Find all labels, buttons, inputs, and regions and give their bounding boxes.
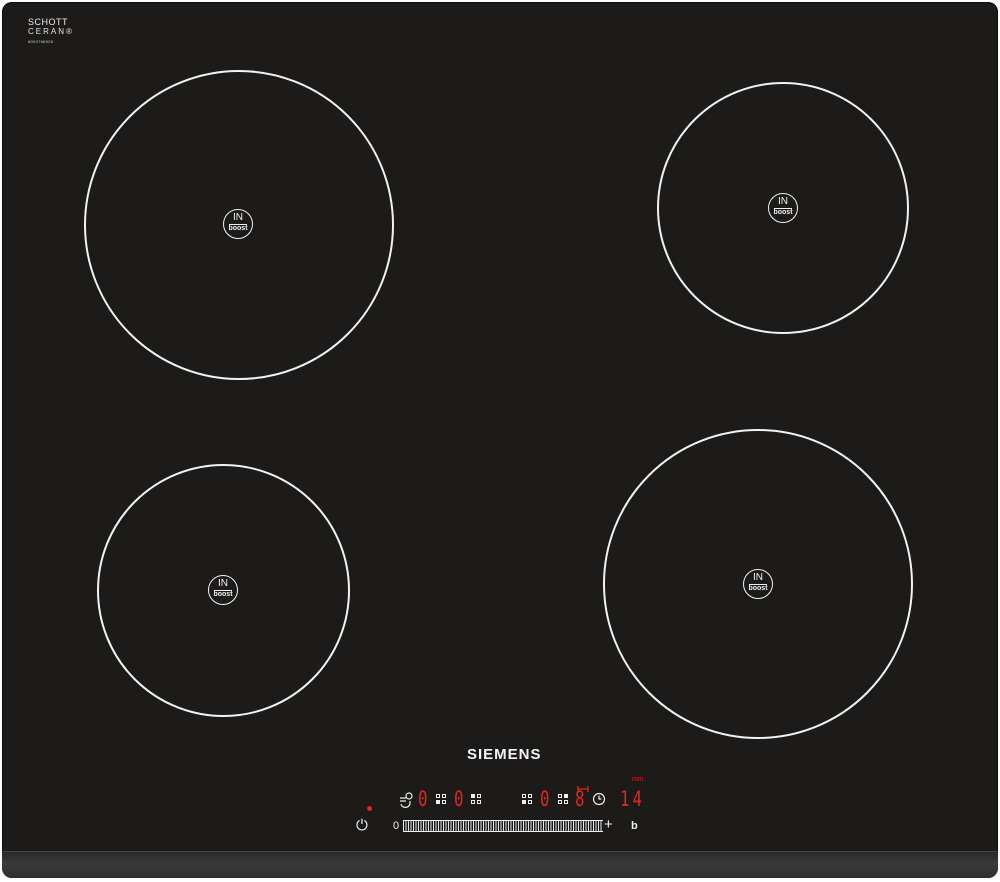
- badge-boost-text: boost: [773, 209, 793, 216]
- zone-select-icon[interactable]: [558, 794, 568, 804]
- badge-in-text: IN: [753, 572, 763, 583]
- badge-boost-text: boost: [228, 225, 248, 232]
- power-indicator-led: [367, 806, 372, 811]
- badge-in-text: IN: [233, 212, 243, 223]
- badge-rear-left: IN boost: [223, 209, 253, 239]
- logo-line2: CERAN®: [28, 27, 74, 36]
- slider-zero-label[interactable]: 0: [393, 820, 399, 832]
- cooktop-surface: SCHOTT CERAN® 8000786926 IN boost IN boo…: [2, 2, 998, 878]
- timer-clock-icon[interactable]: [592, 792, 606, 811]
- zone-4-level-display: 8: [575, 787, 585, 811]
- power-level-slider[interactable]: [403, 820, 603, 832]
- badge-front-left: IN boost: [208, 575, 238, 605]
- badge-boost-text: boost: [748, 585, 768, 592]
- zone-1-level-display: 0: [418, 787, 428, 811]
- cooktop-photo: SCHOTT CERAN® 8000786926 IN boost IN boo…: [0, 0, 1000, 882]
- schott-ceran-logo: SCHOTT CERAN® 8000786926: [28, 18, 74, 44]
- badge-front-right: IN boost: [743, 569, 773, 599]
- front-edge: [2, 851, 998, 878]
- badge-in-text: IN: [218, 578, 228, 589]
- zone-select-icon[interactable]: [471, 794, 481, 804]
- slider-plus-label[interactable]: +: [604, 816, 613, 833]
- zone-select-icon[interactable]: [436, 794, 446, 804]
- timer-display: 14: [620, 787, 645, 811]
- logo-line1: SCHOTT: [28, 17, 68, 27]
- badge-boost-text: boost: [213, 591, 233, 598]
- timer-unit: min: [632, 776, 644, 783]
- zone-select-icon[interactable]: [522, 794, 532, 804]
- boost-button[interactable]: b: [631, 820, 638, 832]
- siemens-logo: SIEMENS: [467, 746, 542, 763]
- badge-rear-right: IN boost: [768, 193, 798, 223]
- wipe-protect-icon[interactable]: [398, 792, 414, 815]
- badge-in-text: IN: [778, 196, 788, 207]
- logo-code: 8000786926: [28, 39, 54, 44]
- zone-3-level-display: 0: [540, 787, 550, 811]
- zone-2-level-display: 0: [454, 787, 464, 811]
- power-icon[interactable]: ⏻: [356, 817, 368, 834]
